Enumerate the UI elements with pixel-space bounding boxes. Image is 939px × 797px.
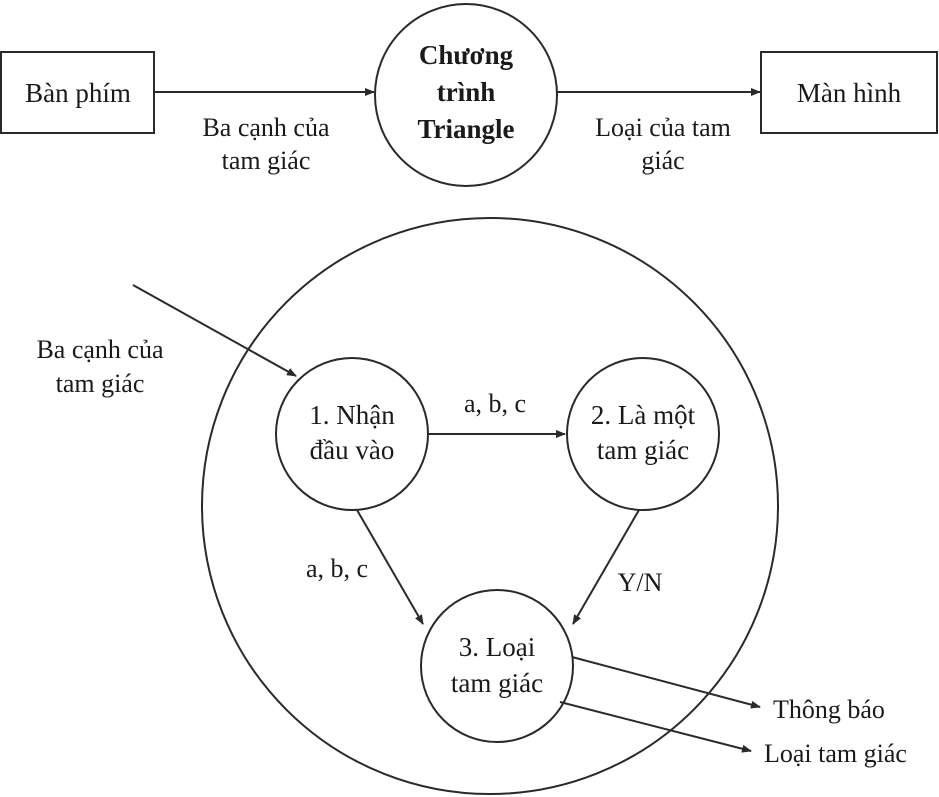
flow-1-to-2-label: a, b, c (464, 389, 526, 418)
flow-1-to-3-label: a, b, c (306, 554, 368, 583)
context-diagram: Bàn phím Ba cạnh của tam giác Chương trì… (0, 3, 938, 187)
process-3-label-line1: 3. Loại (459, 632, 535, 662)
process-2-is-triangle-circle (566, 357, 720, 511)
triangle-program-label-line2: trình (437, 77, 496, 107)
process-3-triangle-type-circle (420, 589, 574, 743)
process-2-label-line1: 2. Là một (591, 400, 696, 430)
external-input-label-line1: Ba cạnh của (36, 335, 164, 364)
input-flow-label-line1: Ba cạnh của (202, 113, 330, 142)
output-flow-label-line2: giác (641, 146, 684, 175)
triangle-program-label-line3: Triangle (418, 114, 515, 144)
flow-2-to-3-label: Y/N (618, 568, 663, 597)
triangle-program-label-line1: Chương (419, 40, 514, 70)
process-1-receive-input-circle (275, 357, 429, 511)
process-2-label-line2: tam giác (597, 435, 689, 465)
output-flow-label-line1: Loại của tam (595, 113, 731, 142)
sink-screen-label: Màn hình (797, 78, 902, 108)
output-message-label: Thông báo (773, 695, 885, 724)
output-type-label: Loại tam giác (764, 739, 907, 768)
data-flow-diagram: Bàn phím Ba cạnh của tam giác Chương trì… (0, 3, 938, 795)
external-input-label-line2: tam giác (56, 369, 145, 398)
input-flow-label-line2: tam giác (222, 146, 311, 175)
process-3-label-line2: tam giác (451, 668, 543, 698)
source-keyboard-label: Bàn phím (25, 78, 131, 108)
detail-diagram: Ba cạnh của tam giác 1. Nhận đầu vào 2. … (36, 217, 907, 795)
process-1-label-line2: đầu vào (310, 435, 395, 465)
process-1-label-line1: 1. Nhận (309, 400, 395, 430)
